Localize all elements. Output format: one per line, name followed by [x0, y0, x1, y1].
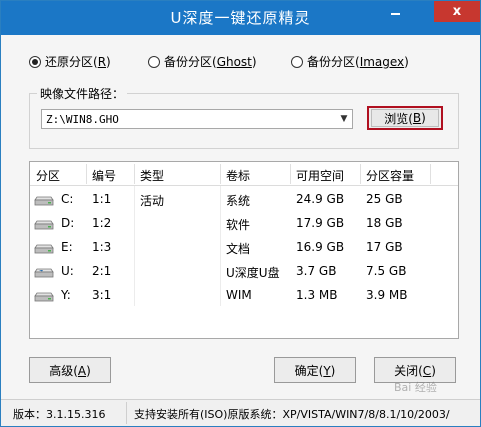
- partition-volume-label: WIM: [226, 288, 252, 302]
- mode-radio-group: 还原分区(R) 备份分区(Ghost) 备份分区(Imagex): [1, 53, 480, 71]
- radio-backup-ghost[interactable]: 备份分区(Ghost): [148, 53, 257, 70]
- baidu-watermark: Bai 经验: [394, 381, 437, 394]
- partition-capacity: 25 GB: [366, 192, 403, 206]
- advanced-button[interactable]: 高级(A): [29, 357, 111, 383]
- column-divider: [86, 164, 87, 184]
- supported-systems-text: 支持安装所有(ISO)原版系统：XP/VISTA/WIN7/8/8.1/10/2…: [134, 408, 450, 421]
- ok-button[interactable]: 确定(Y): [274, 357, 356, 383]
- hdd-icon: [34, 292, 54, 302]
- partition-number: 1:3: [92, 240, 112, 254]
- radio-unchecked-icon: [148, 55, 160, 68]
- table-row[interactable]: U: 2:1 U深度U盘 3.7 GB 7.5 GB: [30, 260, 458, 284]
- partition-free-space: 3.7 GB: [296, 264, 337, 278]
- column-divider: [360, 164, 361, 184]
- hdd-icon: [34, 196, 54, 206]
- column-header-partition[interactable]: 分区: [36, 167, 60, 184]
- partition-volume-label: 系统: [226, 194, 251, 208]
- restore-window: U深度一键还原精灵 x 还原分区(R) 备份分区(Ghost) 备份分区(Ima…: [0, 0, 481, 427]
- partition-volume-label: 文档: [226, 242, 251, 256]
- partition-capacity: 18 GB: [366, 216, 403, 230]
- image-path-value: Z:\WIN8.GHO: [46, 112, 119, 126]
- image-path-label: 映像文件路径：: [37, 85, 128, 102]
- table-row[interactable]: E: 1:3 文档 16.9 GB 17 GB: [30, 236, 458, 260]
- partition-number: 1:2: [92, 216, 112, 230]
- partition-number: 2:1: [92, 264, 112, 278]
- hdd-icon: [34, 220, 54, 230]
- advanced-button-label: 高级(A): [49, 363, 91, 378]
- partition-free-space: 16.9 GB: [296, 240, 345, 254]
- column-divider: [290, 164, 291, 184]
- partition-volume-label: 软件: [226, 218, 251, 232]
- radio-label: 备份分区(Ghost): [164, 55, 257, 69]
- partition-drive: U:: [61, 264, 74, 278]
- partition-capacity: 3.9 MB: [366, 288, 408, 302]
- version-text: 版本：3.1.15.316: [13, 408, 106, 421]
- browse-button-label: 浏览(B): [371, 109, 439, 127]
- column-header-number[interactable]: 编号: [92, 167, 116, 184]
- close-button-label: 关闭(C): [394, 363, 436, 378]
- partition-drive: D:: [61, 216, 75, 230]
- column-divider: [430, 164, 431, 184]
- minimize-icon: [390, 13, 400, 15]
- column-header-type[interactable]: 类型: [140, 167, 164, 184]
- status-divider: [126, 402, 127, 424]
- table-header: 分区 编号 类型 卷标 可用空间 分区容量: [30, 162, 458, 186]
- partition-drive: C:: [61, 192, 74, 206]
- minimize-button[interactable]: [382, 1, 408, 22]
- partition-number: 1:1: [92, 192, 112, 206]
- browse-button[interactable]: 浏览(B): [367, 106, 443, 130]
- partition-capacity: 7.5 GB: [366, 264, 407, 278]
- radio-unchecked-icon: [291, 55, 303, 68]
- partition-number: 3:1: [92, 288, 112, 302]
- title-bar[interactable]: U深度一键还原精灵 x: [1, 1, 480, 35]
- chevron-down-icon[interactable]: ▼: [336, 114, 352, 124]
- column-header-free-space[interactable]: 可用空间: [296, 167, 344, 184]
- window-title: U深度一键还原精灵: [170, 9, 311, 27]
- partition-table[interactable]: 分区 编号 类型 卷标 可用空间 分区容量 C: 1:1 活动 系统 24.9 …: [29, 161, 459, 339]
- table-row[interactable]: C: 1:1 活动 系统 24.9 GB 25 GB: [30, 188, 458, 212]
- radio-restore-partition[interactable]: 还原分区(R): [29, 53, 111, 70]
- status-bar: 版本：3.1.15.316 支持安装所有(ISO)原版系统：XP/VISTA/W…: [1, 399, 480, 426]
- usb-drive-icon: [34, 268, 54, 278]
- image-path-select[interactable]: Z:\WIN8.GHO ▼: [41, 109, 353, 129]
- partition-type: 活动: [140, 194, 165, 208]
- partition-volume-label: U深度U盘: [226, 266, 280, 280]
- partition-drive: Y:: [61, 288, 71, 302]
- hdd-icon: [34, 244, 54, 254]
- column-header-capacity[interactable]: 分区容量: [366, 167, 414, 184]
- table-row[interactable]: Y: 3:1 WIM 1.3 MB 3.9 MB: [30, 284, 458, 308]
- partition-capacity: 17 GB: [366, 240, 403, 254]
- partition-free-space: 24.9 GB: [296, 192, 345, 206]
- partition-free-space: 1.3 MB: [296, 288, 338, 302]
- radio-checked-icon: [29, 55, 41, 68]
- close-window-button[interactable]: x: [434, 1, 480, 22]
- column-divider: [134, 164, 135, 184]
- table-row[interactable]: D: 1:2 软件 17.9 GB 18 GB: [30, 212, 458, 236]
- radio-label: 还原分区(R): [45, 55, 111, 69]
- partition-drive: E:: [61, 240, 73, 254]
- column-divider: [220, 164, 221, 184]
- radio-backup-imagex[interactable]: 备份分区(Imagex): [291, 53, 409, 70]
- ok-button-label: 确定(Y): [294, 363, 336, 378]
- column-header-label[interactable]: 卷标: [226, 167, 250, 184]
- radio-label: 备份分区(Imagex): [307, 55, 409, 69]
- partition-free-space: 17.9 GB: [296, 216, 345, 230]
